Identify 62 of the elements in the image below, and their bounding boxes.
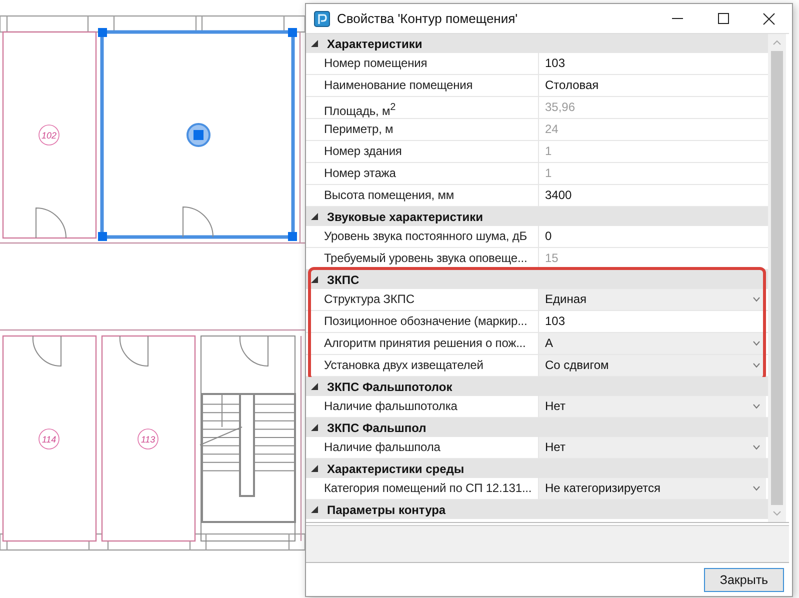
readonly-value: 24 (544, 121, 560, 138)
expand-triangle-icon (311, 506, 318, 513)
readonly-value: 15 (544, 250, 560, 267)
chevron-down-icon (753, 341, 760, 346)
room-number-tag: 102 (38, 124, 60, 146)
expand-triangle-icon (311, 213, 318, 220)
chevron-down-icon (753, 404, 760, 409)
chevron-down-icon (753, 363, 760, 368)
value-field[interactable]: 0 (539, 226, 768, 247)
value-field[interactable]: 103 (539, 311, 768, 332)
category-header[interactable]: ЗКПС (306, 270, 768, 289)
room-number-tag: 114 (38, 428, 60, 450)
property-name: Периметр, м (322, 119, 539, 140)
property-name: Номер этажа (322, 163, 539, 184)
category-header[interactable]: ЗКПС Фальшпол (306, 418, 768, 437)
maximize-icon (718, 13, 728, 24)
value-dropdown[interactable]: Со сдвигом (539, 355, 766, 376)
expand-triangle-icon (311, 424, 318, 431)
readonly-value: 1 (544, 165, 553, 182)
property-name: Площадь, м$^{2}$ (322, 97, 539, 118)
room-drawing[interactable] (2, 31, 97, 239)
category-header[interactable]: Характеристики среды (306, 459, 768, 478)
value-dropdown[interactable]: А (539, 333, 766, 354)
room-number-tag: 113 (138, 428, 158, 450)
value-field[interactable]: 103 (539, 53, 768, 74)
value-field[interactable]: 3400 (539, 185, 768, 206)
chevron-down-icon (753, 445, 760, 450)
room-drawing[interactable] (101, 335, 196, 542)
category-header[interactable]: Характеристики (306, 34, 768, 53)
expand-triangle-icon (311, 383, 318, 390)
property-name: Позиционное обозначение (маркир... (322, 311, 539, 332)
value-dropdown[interactable]: Единая (539, 289, 766, 310)
selected-room-drawing[interactable] (98, 28, 297, 241)
property-name: Номер здания (322, 141, 539, 162)
scroll-up-icon (773, 40, 781, 45)
app-icon (314, 10, 330, 26)
property-name: Требуемый уровень звука оповеще... (322, 248, 539, 269)
close-dialog-button[interactable]: Закрыть (704, 568, 784, 592)
category-header[interactable]: ЗКПС Фальшпотолок (306, 377, 768, 396)
category-header[interactable]: Параметры контура (306, 500, 768, 519)
category-header[interactable]: Звуковые характеристики (306, 207, 768, 226)
property-name: Наименование помещения (322, 75, 539, 96)
chevron-down-icon (753, 486, 760, 491)
value-dropdown[interactable]: Нет (539, 437, 766, 458)
close-icon (763, 12, 775, 24)
expand-triangle-icon (311, 465, 318, 472)
value-dropdown[interactable]: Нет (539, 396, 766, 417)
property-name: Уровень звука постоянного шума, дБ (322, 226, 539, 247)
window-title: Свойства 'Контур помещения' (337, 11, 519, 26)
value-dropdown[interactable]: Не категоризируется (539, 478, 766, 499)
property-name: Высота помещения, мм (322, 185, 539, 206)
scroll-thumb[interactable] (771, 51, 783, 505)
readonly-value: 1 (544, 143, 553, 160)
property-name: Номер помещения (322, 53, 539, 74)
room-drawing[interactable] (2, 335, 97, 542)
scroll-down-icon (773, 511, 781, 516)
expand-triangle-icon (311, 276, 318, 283)
scrollbar[interactable] (768, 34, 786, 522)
readonly-value: 35,96 (544, 99, 576, 116)
expand-triangle-icon (311, 40, 318, 47)
chevron-down-icon (753, 297, 760, 302)
value-field[interactable]: Столовая (539, 75, 768, 96)
